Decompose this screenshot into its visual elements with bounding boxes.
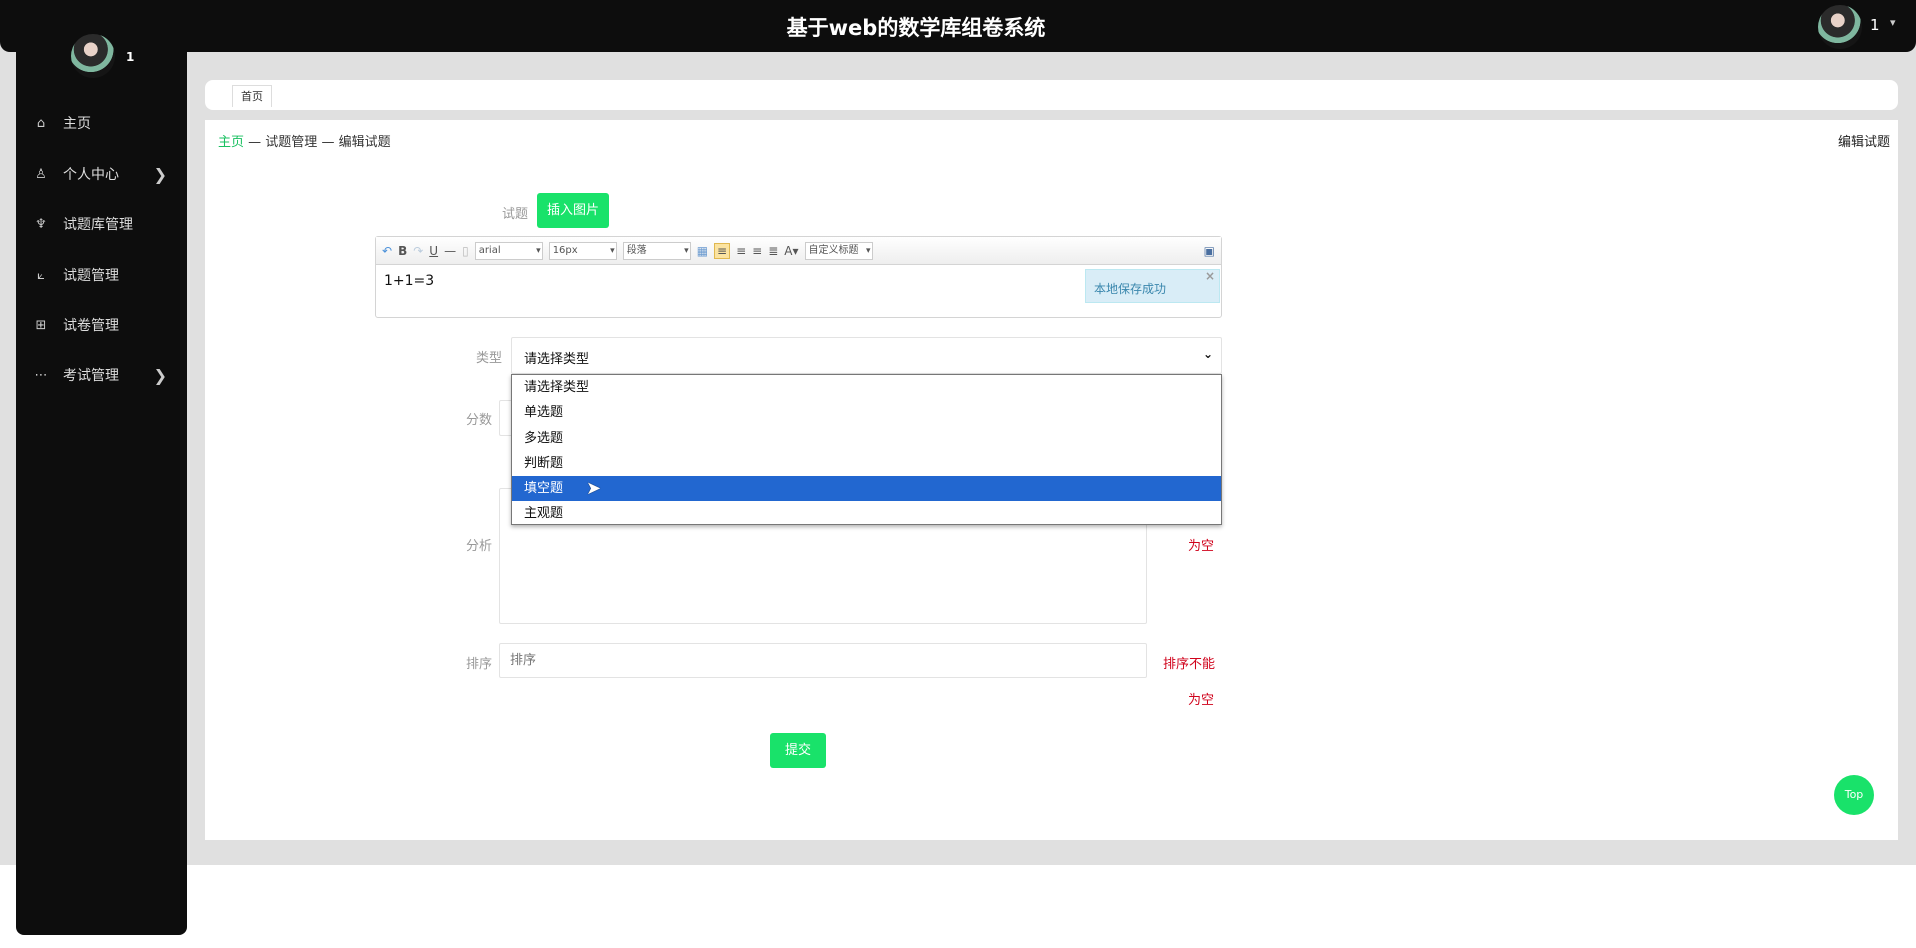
sidebar-item-label: 个人中心: [63, 167, 119, 183]
save-notice: 本地保存成功 ×: [1085, 269, 1220, 303]
font-size-select[interactable]: 16px: [548, 241, 617, 260]
type-label: 类型: [475, 351, 502, 366]
sidebar-item-label: 试题管理: [63, 268, 119, 284]
sidebar-item-exams[interactable]: ⋯ 考试管理 ❯: [16, 355, 187, 395]
sidebar-item-papers[interactable]: ⊞ 试卷管理: [16, 305, 187, 345]
question-label: 试题: [501, 207, 528, 222]
align-right-icon[interactable]: ≡: [736, 244, 746, 258]
ellipsis-icon: ⋯: [34, 367, 48, 383]
sidebar-username: 1: [126, 50, 135, 64]
paragraph-select[interactable]: 段落: [622, 241, 691, 260]
breadcrumb-separator: —: [248, 135, 262, 150]
header-username[interactable]: 1: [1870, 16, 1880, 34]
sidebar-item-profile[interactable]: ♙ 个人中心 ❯: [16, 154, 187, 194]
sidebar-item-home[interactable]: ⌂ 主页: [16, 103, 187, 143]
font-color-icon[interactable]: A▾: [784, 244, 798, 258]
bold-icon[interactable]: B: [398, 244, 407, 258]
analysis-label: 分析: [465, 539, 492, 554]
breadcrumb-separator: —: [321, 135, 335, 150]
paste-icon[interactable]: ▯: [462, 244, 469, 258]
align-left-icon[interactable]: ≡: [714, 242, 731, 259]
analysis-error: 为空: [1188, 539, 1215, 554]
sidebar-avatar: [71, 34, 115, 78]
sort-error-continued: 为空: [1188, 693, 1215, 708]
sidebar-item-question-bank[interactable]: ♆ 试题库管理: [16, 204, 187, 244]
redo-icon[interactable]: ↷: [413, 244, 423, 258]
underline-icon[interactable]: U: [429, 244, 438, 258]
type-select[interactable]: 请选择类型 ⌄: [511, 337, 1222, 374]
app-title: 基于web的数学库组卷系统: [786, 16, 1046, 40]
type-option[interactable]: 判断题: [512, 451, 1221, 476]
score-label: 分数: [465, 413, 492, 428]
sort-input[interactable]: [499, 643, 1147, 678]
back-to-top-button[interactable]: Top: [1834, 775, 1874, 815]
mouse-cursor-icon: ➤: [586, 478, 602, 499]
type-option[interactable]: 主观题: [512, 501, 1221, 526]
rich-text-editor[interactable]: ↶ B ↷ U — ▯ arial 16px 段落 ▦ ≡ ≡ ≡ ≣ A▾ 自…: [375, 236, 1222, 318]
breadcrumb-current: 编辑试题: [338, 135, 391, 150]
align-justify-icon[interactable]: ≣: [768, 244, 778, 258]
chevron-right-icon: ❯: [153, 164, 167, 184]
editor-content[interactable]: 1+1=3: [384, 273, 434, 289]
breadcrumb-home[interactable]: 主页: [218, 135, 244, 150]
type-option[interactable]: 多选题: [512, 426, 1221, 451]
sidebar-item-label: 试题库管理: [63, 217, 133, 233]
fullscreen-icon[interactable]: ▣: [1204, 244, 1215, 258]
table-icon[interactable]: ▦: [697, 244, 708, 258]
sidebar-item-label: 主页: [63, 116, 91, 132]
breadcrumb-questions[interactable]: 试题管理: [265, 135, 317, 150]
custom-title-select[interactable]: 自定义标题: [804, 241, 873, 260]
type-option-highlighted[interactable]: 填空题: [512, 476, 1221, 502]
tab-bar: 首页: [205, 80, 1898, 110]
sort-label: 排序: [465, 657, 492, 672]
type-option[interactable]: 请选择类型: [512, 375, 1221, 400]
submit-button[interactable]: 提交: [770, 733, 826, 768]
trophy-icon: ♆: [35, 216, 47, 232]
type-select-value: 请选择类型: [524, 352, 590, 367]
plus-square-icon: ⊞: [35, 317, 47, 333]
type-option[interactable]: 单选题: [512, 400, 1221, 425]
type-dropdown-list: 请选择类型 单选题 多选题 判断题 填空题 主观题 ➤: [511, 374, 1222, 525]
save-notice-text: 本地保存成功: [1094, 282, 1167, 296]
sidebar-item-label: 试卷管理: [63, 318, 119, 334]
sidebar-item-label: 考试管理: [63, 368, 119, 384]
horizontal-rule-icon[interactable]: —: [444, 244, 456, 258]
home-icon: ⌂: [36, 115, 46, 131]
tab-home[interactable]: 首页: [232, 85, 272, 107]
breadcrumb: 主页 — 试题管理 — 编辑试题: [218, 131, 391, 150]
top-header: 基于web的数学库组卷系统 1 ▾: [0, 0, 1916, 52]
chart-icon: ⟀: [37, 267, 45, 283]
undo-icon[interactable]: ↶: [382, 244, 392, 258]
insert-image-button[interactable]: 插入图片: [537, 193, 609, 228]
close-icon[interactable]: ×: [1205, 269, 1215, 283]
sort-error: 排序不能: [1163, 657, 1216, 672]
font-family-select[interactable]: arial: [474, 241, 543, 260]
editor-toolbar: ↶ B ↷ U — ▯ arial 16px 段落 ▦ ≡ ≡ ≡ ≣ A▾ 自…: [376, 237, 1221, 265]
chevron-right-icon: ❯: [153, 365, 167, 385]
align-center-icon[interactable]: ≡: [752, 244, 762, 258]
chevron-down-icon: ⌄: [1202, 347, 1213, 361]
sidebar: 1 ⌂ 主页 ♙ 个人中心 ❯ ♆ 试题库管理 ⟀ 试题管理 ⊞ 试卷管理 ⋯ 考试管理 ❯: [16, 0, 187, 935]
sidebar-item-questions[interactable]: ⟀ 试题管理: [16, 255, 187, 295]
header-avatar[interactable]: [1818, 5, 1862, 49]
page-title: 编辑试题: [1837, 135, 1890, 150]
user-icon: ♙: [35, 166, 47, 182]
caret-down-icon[interactable]: ▾: [1890, 16, 1896, 29]
